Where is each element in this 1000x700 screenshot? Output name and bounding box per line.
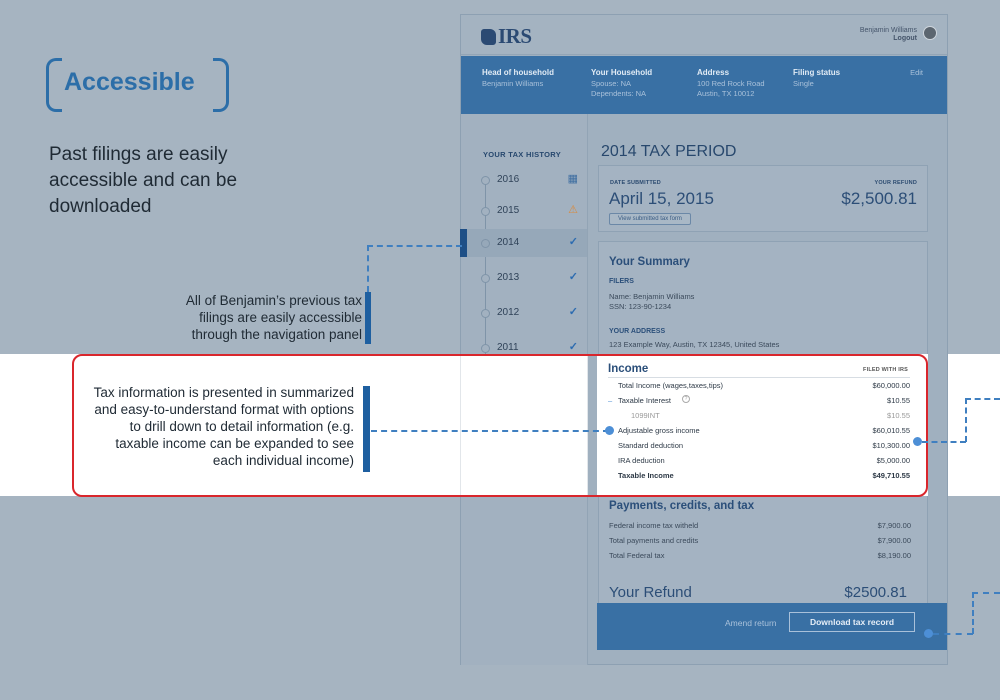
info-address: Address 100 Red Rock Road Austin, TX 100… <box>697 68 765 99</box>
connector-line <box>933 633 973 635</box>
top-bar: IRS Benjamin Williams Logout <box>461 15 947 55</box>
refund-total-value: $2500.81 <box>844 584 907 601</box>
check-icon: ✓ <box>568 236 578 248</box>
sidebar-item-2015[interactable]: 2015 ⚠ <box>461 197 587 225</box>
table-row: Total Federal tax $8,190.00 <box>609 551 911 565</box>
annotation-title: Accessible <box>64 68 195 96</box>
payments-title: Payments, credits, and tax <box>609 500 755 512</box>
logout-link[interactable]: Logout <box>860 35 917 42</box>
row-label: Total Federal tax <box>609 551 665 560</box>
user-name: Benjamin Williams <box>859 27 917 34</box>
row-value: $8,190.00 <box>877 551 911 560</box>
irs-logo[interactable]: IRS <box>481 24 532 49</box>
summary-note-bar <box>363 386 370 472</box>
sidebar-item-label: 2012 <box>497 307 520 318</box>
connector-line <box>965 398 1000 400</box>
info-value: Spouse: NA <box>591 79 632 88</box>
connector-line <box>972 592 1000 594</box>
info-value: Benjamin Williams <box>482 79 544 88</box>
info-head-of-household: Head of household Benjamin Williams <box>482 68 554 89</box>
timeline-marker <box>481 344 490 353</box>
info-label: Head of household <box>482 68 554 77</box>
info-value: Single <box>793 79 814 88</box>
view-tax-form-button[interactable]: View submitted tax form <box>609 213 691 225</box>
sidebar-item-2016[interactable]: 2016 ▦ <box>461 166 587 194</box>
refund-value: $2,500.81 <box>841 189 917 208</box>
timeline-marker <box>481 239 490 248</box>
refund-total-label: Your Refund <box>609 584 692 601</box>
app-window: IRS Benjamin Williams Logout Head of hou… <box>460 14 948 665</box>
timeline-marker <box>481 309 490 318</box>
connector-line <box>367 245 462 247</box>
address-label: YOUR ADDRESS <box>609 328 666 335</box>
footer-actions: Amend return Download tax record <box>597 603 947 650</box>
connector-line <box>972 592 974 634</box>
summary-note: Tax information is presented in summariz… <box>93 385 354 468</box>
info-value: Dependents: NA <box>591 89 647 98</box>
page-title: 2014 TAX PERIOD <box>601 143 737 160</box>
table-row: Federal income tax witheld $7,900.00 <box>609 521 911 535</box>
sidebar-title: YOUR TAX HISTORY <box>483 150 562 159</box>
annotation-description: Past filings are easily accessible and c… <box>49 144 238 217</box>
check-icon: ✓ <box>568 341 578 353</box>
calendar-icon: ▦ <box>567 173 578 185</box>
sidebar-item-2012[interactable]: 2012 ✓ <box>461 299 587 327</box>
date-submitted-value: April 15, 2015 <box>609 189 714 208</box>
filer-ssn: SSN: 123-90-1234 <box>609 302 672 311</box>
row-label: Total payments and credits <box>609 536 699 545</box>
row-value: $7,900.00 <box>877 536 911 545</box>
sidebar-item-label: 2015 <box>497 205 520 216</box>
sidebar-item-label: 2013 <box>497 272 520 283</box>
sidebar-item-label: 2014 <box>497 237 520 248</box>
address-value: 123 Example Way, Austin, TX 12345, Unite… <box>609 340 780 349</box>
info-value: Austin, TX 10012 <box>697 89 755 98</box>
timeline-marker <box>481 207 490 216</box>
sidebar-item-label: 2016 <box>497 174 520 185</box>
table-row: Total payments and credits $7,900.00 <box>609 536 911 550</box>
household-info-bar: Head of household Benjamin Williams Your… <box>461 56 947 114</box>
filers-label: FILERS <box>609 278 634 285</box>
check-icon: ✓ <box>568 271 578 283</box>
timeline-marker <box>481 274 490 283</box>
date-submitted-label: DATE SUBMITTED <box>610 180 661 186</box>
connector-line <box>371 430 609 432</box>
sidebar-item-label: 2011 <box>497 342 519 353</box>
connector-line <box>965 398 967 442</box>
amend-return-link[interactable]: Amend return <box>725 618 777 628</box>
connector-dot <box>913 437 922 446</box>
timeline-marker <box>481 176 490 185</box>
info-label: Filing status <box>793 68 841 77</box>
row-value: $7,900.00 <box>877 521 911 530</box>
summary-title: Your Summary <box>609 256 690 268</box>
sidebar-item-2014[interactable]: 2014 ✓ <box>461 229 587 257</box>
warning-icon: ⚠ <box>568 204 578 216</box>
info-value: 100 Red Rock Road <box>697 79 765 88</box>
sidebar-item-2013[interactable]: 2013 ✓ <box>461 264 587 292</box>
edit-link[interactable]: Edit <box>910 68 923 77</box>
navigation-note-bar <box>365 292 371 344</box>
info-household: Your Household Spouse: NA Dependents: NA <box>591 68 652 99</box>
avatar[interactable] <box>923 26 937 40</box>
user-menu[interactable]: Benjamin Williams Logout <box>860 27 917 42</box>
connector-line <box>922 441 966 443</box>
download-tax-record-button[interactable]: Download tax record <box>789 612 915 632</box>
submission-card: DATE SUBMITTED April 15, 2015 YOUR REFUN… <box>598 165 928 232</box>
check-icon: ✓ <box>568 306 578 318</box>
info-label: Your Household <box>591 68 653 77</box>
active-year-indicator <box>460 229 467 257</box>
navigation-note: All of Benjamin’s previous tax filings a… <box>185 293 362 342</box>
bracket-right <box>213 58 229 112</box>
filer-name: Name: Benjamin Williams <box>609 292 695 301</box>
logo-text: IRS <box>498 24 532 48</box>
info-filing-status: Filing status Single <box>793 68 840 89</box>
connector-line <box>367 245 369 292</box>
row-label: Federal income tax witheld <box>609 521 699 530</box>
eagle-icon <box>481 29 496 45</box>
connector-dot <box>924 629 933 638</box>
refund-label: YOUR REFUND <box>874 180 917 186</box>
info-label: Address <box>697 68 730 77</box>
bracket-left <box>46 58 62 112</box>
connector-dot <box>605 426 614 435</box>
